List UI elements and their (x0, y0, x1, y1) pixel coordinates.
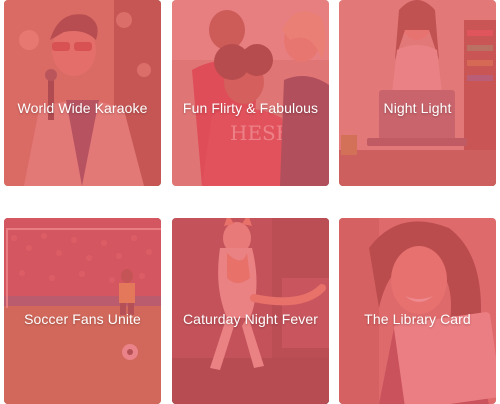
tile-night-light[interactable]: Night Light (339, 0, 496, 186)
tile-title: The Library Card (364, 311, 471, 327)
tile-title: Soccer Fans Unite (24, 311, 141, 327)
tile-overlay (339, 0, 496, 186)
tile-title: Night Light (383, 100, 452, 116)
tile-fun-flirty-fabulous[interactable]: HESH Fun Flirty & Fabulous (172, 0, 329, 186)
tile-title: Fun Flirty & Fabulous (182, 100, 319, 116)
tile-caturday-night-fever[interactable]: Caturday Night Fever (172, 218, 329, 404)
tile-the-library-card[interactable]: The Library Card (339, 218, 496, 404)
tile-soccer-fans-unite[interactable]: Soccer Fans Unite (4, 218, 161, 404)
channel-grid: World Wide Karaoke HESH Fun Flirty & Fab… (0, 0, 500, 404)
tile-overlay (4, 0, 161, 186)
tile-title: Caturday Night Fever (182, 311, 319, 327)
tile-world-wide-karaoke[interactable]: World Wide Karaoke (4, 0, 161, 186)
tile-overlay (172, 0, 329, 186)
tile-title: World Wide Karaoke (17, 100, 148, 116)
